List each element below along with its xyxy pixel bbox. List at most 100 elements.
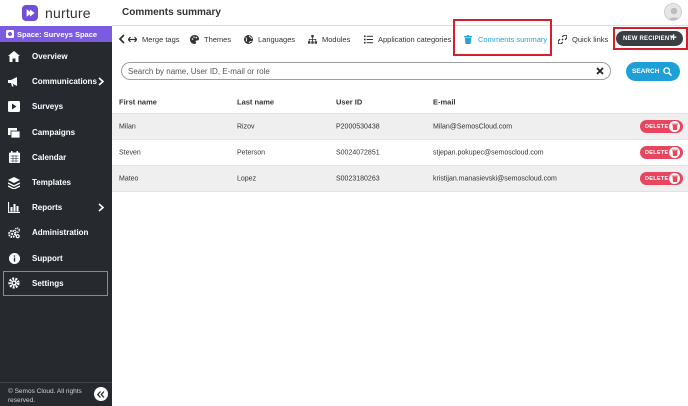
space-selector[interactable]: Space: Surveys Space bbox=[0, 26, 112, 42]
sidebar-item-label: Overview bbox=[32, 52, 68, 62]
sidebar-item-label: Campaigns bbox=[32, 127, 76, 137]
sitemap-icon bbox=[308, 34, 317, 44]
sidebar-item-label: Administration bbox=[32, 228, 89, 238]
column-header-first-name[interactable]: First name bbox=[119, 97, 157, 106]
cogs-icon bbox=[8, 227, 20, 239]
last-name-cell: Peterson bbox=[237, 149, 266, 156]
merge-icon bbox=[128, 35, 137, 44]
page-title: Comments summary bbox=[122, 7, 221, 18]
campaigns-icon bbox=[8, 126, 20, 138]
first-name-cell: Steven bbox=[119, 149, 141, 156]
highlight-box-new-recipient bbox=[613, 27, 688, 50]
layers-icon bbox=[8, 176, 20, 189]
sidebar-item-label: Reports bbox=[32, 203, 63, 213]
nurture-logo-icon bbox=[22, 5, 38, 21]
brand[interactable]: nurture bbox=[0, 0, 112, 26]
table-row[interactable]: Mateo Lopez S0023180263 kristijan.manasi… bbox=[112, 166, 688, 192]
sidebar-item-label: Settings bbox=[32, 278, 64, 288]
sidebar-item-label: Templates bbox=[32, 178, 71, 188]
search-button[interactable]: SEARCH bbox=[626, 62, 680, 81]
tab-label: Quick links bbox=[572, 34, 609, 44]
delete-label: DELETE bbox=[645, 123, 669, 130]
globe-icon bbox=[244, 34, 253, 44]
tab-merge-tags[interactable]: Merge tags bbox=[128, 26, 180, 52]
table-header: First name Last name User ID E-mail bbox=[112, 90, 688, 114]
sidebar-item-administration[interactable]: Administration bbox=[0, 220, 112, 245]
tab-languages[interactable]: Languages bbox=[244, 26, 295, 52]
brand-name: nurture bbox=[45, 5, 91, 21]
surveys-icon bbox=[8, 101, 20, 113]
last-name-cell: Lopez bbox=[237, 175, 257, 182]
chart-icon bbox=[8, 202, 20, 214]
user-avatar-icon bbox=[667, 7, 681, 20]
table-row[interactable]: Milan Rizov P2000530438 Milan@SemosCloud… bbox=[112, 114, 688, 140]
chevron-right-icon bbox=[98, 77, 105, 86]
trash-icon bbox=[669, 121, 680, 132]
user-id-cell: S0024072851 bbox=[336, 149, 380, 156]
settings-toolbar: Merge tags Themes Languages Modules Appl… bbox=[112, 19, 688, 56]
sidebar-item-surveys[interactable]: Surveys bbox=[0, 94, 112, 119]
clear-search-icon[interactable] bbox=[595, 66, 605, 76]
link-icon bbox=[558, 34, 567, 44]
chevron-right-icon bbox=[98, 203, 105, 212]
recipients-table: First name Last name User ID E-mail Mila… bbox=[112, 90, 688, 192]
double-chevron-left-icon bbox=[97, 390, 105, 398]
sidebar-item-overview[interactable]: Overview bbox=[0, 44, 112, 69]
home-icon bbox=[8, 51, 20, 63]
sidebar-item-support[interactable]: Support bbox=[0, 246, 112, 271]
last-name-cell: Rizov bbox=[237, 123, 255, 130]
tab-label: Application categories bbox=[378, 34, 452, 44]
search-input[interactable] bbox=[128, 66, 588, 76]
sidebar-item-communications[interactable]: Communications bbox=[0, 69, 112, 94]
sidebar-item-reports[interactable]: Reports bbox=[0, 195, 112, 220]
sidebar-item-label: Support bbox=[32, 253, 63, 263]
sidebar-item-label: Surveys bbox=[32, 102, 64, 112]
list-icon bbox=[364, 35, 373, 44]
info-icon bbox=[8, 252, 20, 264]
sidebar-item-label: Communications bbox=[32, 77, 97, 87]
top-header: Comments summary bbox=[112, 0, 688, 26]
tab-themes[interactable]: Themes bbox=[190, 26, 231, 52]
tab-label: Languages bbox=[258, 34, 296, 44]
delete-button[interactable]: DELETE bbox=[640, 172, 683, 185]
trash-icon bbox=[669, 147, 680, 158]
calendar-icon bbox=[8, 151, 20, 164]
delete-label: DELETE bbox=[645, 175, 669, 182]
column-header-last-name[interactable]: Last name bbox=[237, 97, 274, 106]
tab-modules[interactable]: Modules bbox=[308, 26, 350, 52]
avatar[interactable] bbox=[664, 3, 682, 21]
sidebar: nurture Space: Surveys Space Overview Co… bbox=[0, 0, 112, 406]
tab-label: Merge tags bbox=[142, 34, 180, 44]
sidebar-item-label: Calendar bbox=[32, 152, 67, 162]
sidebar-footer: © Semos Cloud. All rights reserved. bbox=[0, 382, 112, 406]
space-icon bbox=[6, 30, 14, 38]
trash-icon bbox=[669, 173, 680, 184]
sidebar-item-campaigns[interactable]: Campaigns bbox=[0, 120, 112, 145]
collapse-sidebar-button[interactable] bbox=[94, 387, 108, 401]
search-icon bbox=[663, 67, 672, 76]
sidebar-item-templates[interactable]: Templates bbox=[0, 170, 112, 195]
column-header-user-id[interactable]: User ID bbox=[336, 97, 362, 106]
user-id-cell: P2000530438 bbox=[336, 123, 380, 130]
delete-button[interactable]: DELETE bbox=[640, 146, 683, 159]
sidebar-nav: Overview Communications Surveys Campaign… bbox=[0, 44, 112, 296]
tab-label: Modules bbox=[322, 34, 351, 44]
sidebar-item-calendar[interactable]: Calendar bbox=[0, 145, 112, 170]
email-cell: stjepan.pokupec@semoscloud.com bbox=[433, 149, 544, 156]
email-cell: Milan@SemosCloud.com bbox=[433, 123, 513, 130]
tab-quick-links[interactable]: Quick links bbox=[558, 26, 608, 52]
highlight-box-comments-summary bbox=[453, 19, 552, 56]
sidebar-item-settings[interactable]: Settings bbox=[3, 270, 108, 296]
delete-button[interactable]: DELETE bbox=[640, 120, 683, 133]
table-row[interactable]: Steven Peterson S0024072851 stjepan.poku… bbox=[112, 140, 688, 166]
tab-label: Themes bbox=[204, 34, 232, 44]
palette-icon bbox=[190, 34, 199, 44]
chevron-left-icon[interactable] bbox=[118, 34, 126, 44]
delete-label: DELETE bbox=[645, 149, 669, 156]
space-label: Space: Surveys Space bbox=[17, 29, 98, 39]
email-cell: kristijan.manasievski@semoscloud.com bbox=[433, 175, 557, 182]
tab-application-categories[interactable]: Application categories bbox=[364, 26, 451, 52]
user-id-cell: S0023180263 bbox=[336, 175, 380, 182]
first-name-cell: Milan bbox=[119, 123, 136, 130]
column-header-email[interactable]: E-mail bbox=[433, 97, 456, 106]
